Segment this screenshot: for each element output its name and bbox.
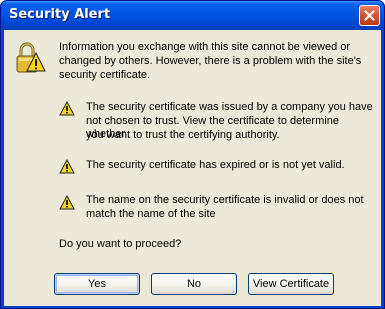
dialog-body: Information you exchange with this site … [4,30,381,306]
warning-triangle-icon [59,159,75,174]
warning-2-line-1: The security certificate has expired or … [86,159,345,171]
warning-1-line-3: you want to trust the certifying authori… [86,129,280,141]
title-bar[interactable]: Security Alert [1,1,384,30]
close-button[interactable] [359,5,380,26]
warning-triangle-icon [59,195,75,210]
intro-line-3: security certificate. [59,69,151,81]
padlock-warning-icon [16,42,46,73]
security-alert-dialog: Security Alert Information you exchange … [0,0,385,309]
intro-line-1: Information you exchange with this site … [59,41,351,53]
warning-3-line-2: match the name of the site [86,208,216,220]
window-title: Security Alert [9,7,111,22]
warning-1-line-1: The security certificate was issued by a… [86,101,373,113]
no-button[interactable]: No [151,273,237,295]
intro-line-2: changed by others. However, there is a p… [59,55,362,67]
warning-3-line-1: The name on the security certificate is … [86,194,364,206]
warning-triangle-icon [59,101,75,116]
view-certificate-button[interactable]: View Certificate [248,273,334,295]
yes-button[interactable]: Yes [54,273,140,295]
proceed-question: Do you want to proceed? [59,238,182,250]
close-icon [364,10,375,21]
